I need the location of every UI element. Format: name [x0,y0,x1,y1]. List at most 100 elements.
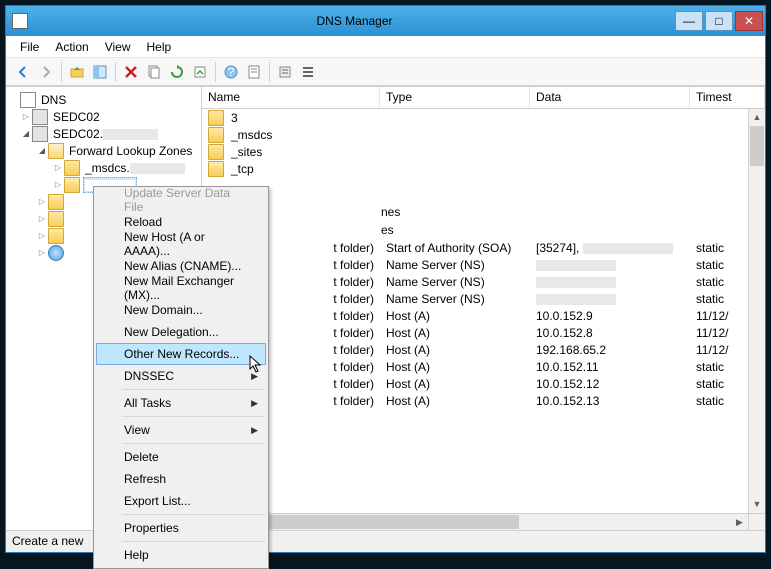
row-name-partial: t folder) [333,292,374,306]
menu-item-label: Other New Records... [124,347,239,361]
menu-item[interactable]: Refresh [96,468,266,490]
show-hide-tree-button[interactable] [89,61,111,83]
delete-button[interactable] [120,61,142,83]
menu-action[interactable]: Action [47,38,96,56]
menu-help[interactable]: Help [139,38,180,56]
toolbar: ? [6,58,765,86]
menu-item[interactable]: DNSSEC▶ [96,365,266,387]
dns-root-icon [20,92,36,108]
list-row[interactable]: t folder)Host (A)10.0.152.13static [202,392,765,409]
folder-icon [208,110,224,126]
globe-icon [48,245,64,261]
scroll-right-icon[interactable]: ▶ [731,514,748,530]
menu-item[interactable]: Export List... [96,490,266,512]
list-row[interactable]: _msdcs [202,126,765,143]
expander-icon[interactable] [36,230,48,241]
menu-item-label: Properties [124,521,179,535]
menu-item-label: Update Server Data File [124,186,246,214]
tree-server1[interactable]: SEDC02 [51,110,102,124]
filter-button[interactable] [274,61,296,83]
title-bar[interactable]: DNS Manager — □ ✕ [6,6,765,36]
expander-icon[interactable] [36,213,48,224]
list-row[interactable]: t folder)Host (A)10.0.152.11static [202,358,765,375]
export-button[interactable] [189,61,211,83]
menu-item[interactable]: New Delegation... [96,321,266,343]
folder-icon [48,194,64,210]
list-row[interactable]: 3 [202,109,765,126]
list-row[interactable]: t folder)Name Server (NS)static [202,273,765,290]
row-type: Name Server (NS) [380,292,530,306]
menu-separator [122,416,265,417]
refresh-button[interactable] [166,61,188,83]
properties-button[interactable] [243,61,265,83]
menu-item[interactable]: New Mail Exchanger (MX)... [96,277,266,299]
row-name-partial: t folder) [333,275,374,289]
list-button[interactable] [297,61,319,83]
minimize-button[interactable]: — [675,11,703,31]
forward-button[interactable] [35,61,57,83]
list-row[interactable]: t folder)Start of Authority (SOA)[35274]… [202,239,765,256]
vertical-scrollbar[interactable]: ▲▼ [748,109,765,513]
list-row[interactable]: t folder)Host (A)10.0.152.811/12/ [202,324,765,341]
tree-root[interactable]: DNS [39,93,68,107]
expander-icon[interactable] [52,179,64,190]
scroll-up-icon[interactable]: ▲ [749,109,765,126]
list-row[interactable] [202,191,765,208]
horizontal-scrollbar[interactable]: ◀▶ [202,513,748,530]
close-button[interactable]: ✕ [735,11,763,31]
expander-icon[interactable] [20,128,32,139]
list-body[interactable]: 3_msdcs _sites _tcpt folder)Start of Autho… [202,109,765,530]
list-row[interactable] [202,225,765,239]
up-button[interactable] [66,61,88,83]
col-timestamp[interactable]: Timest [690,87,765,108]
tree-zone-msdcs[interactable]: _msdcs. [83,161,187,175]
list-row[interactable] [202,208,765,225]
row-type: Host (A) [380,360,530,374]
menu-item[interactable]: Help [96,544,266,566]
back-button[interactable] [12,61,34,83]
col-name[interactable]: Name [202,87,380,108]
menu-item[interactable]: All Tasks▶ [96,392,266,414]
maximize-button[interactable]: □ [705,11,733,31]
col-type[interactable]: Type [380,87,530,108]
menu-view[interactable]: View [97,38,139,56]
row-type: Host (A) [380,343,530,357]
col-data[interactable]: Data [530,87,690,108]
menu-item[interactable]: New Domain... [96,299,266,321]
menu-item[interactable]: New Host (A or AAAA)... [96,233,266,255]
window-title: DNS Manager [34,14,675,28]
folder-icon [208,144,224,160]
row-name-partial: t folder) [333,241,374,255]
list-row[interactable]: t folder)Name Server (NS)static [202,290,765,307]
row-name-partial: nes [381,205,400,219]
copy-button[interactable] [143,61,165,83]
expander-icon[interactable] [36,196,48,207]
help-button[interactable]: ? [220,61,242,83]
expander-icon[interactable] [36,247,48,258]
row-name-partial: t folder) [333,326,374,340]
expander-icon[interactable] [20,111,32,122]
expander-icon[interactable] [36,145,48,156]
menu-item[interactable]: Delete [96,446,266,468]
menu-file[interactable]: File [12,38,47,56]
expander-icon[interactable] [52,162,64,173]
list-row[interactable]: t folder)Host (A)10.0.152.911/12/ [202,307,765,324]
scroll-down-icon[interactable]: ▼ [749,496,765,513]
menu-item[interactable]: Properties [96,517,266,539]
menu-item[interactable]: View▶ [96,419,266,441]
row-type: Host (A) [380,326,530,340]
menu-item[interactable]: Other New Records... [96,343,266,365]
list-row[interactable]: t folder)Host (A)192.168.65.211/12/ [202,341,765,358]
list-row[interactable]: _tcp [202,160,765,177]
row-name: _sites [231,145,262,159]
list-row[interactable]: _sites [202,143,765,160]
scrollbar-thumb[interactable] [750,126,764,166]
tree-server2[interactable]: SEDC02. [51,127,160,141]
server-icon [32,126,48,142]
row-name: _tcp [231,162,254,176]
tree-flz[interactable]: Forward Lookup Zones [67,144,194,158]
menu-separator [122,541,265,542]
list-row[interactable]: t folder)Host (A)10.0.152.12static [202,375,765,392]
list-row[interactable]: t folder)Name Server (NS)static [202,256,765,273]
list-row[interactable] [202,177,765,191]
